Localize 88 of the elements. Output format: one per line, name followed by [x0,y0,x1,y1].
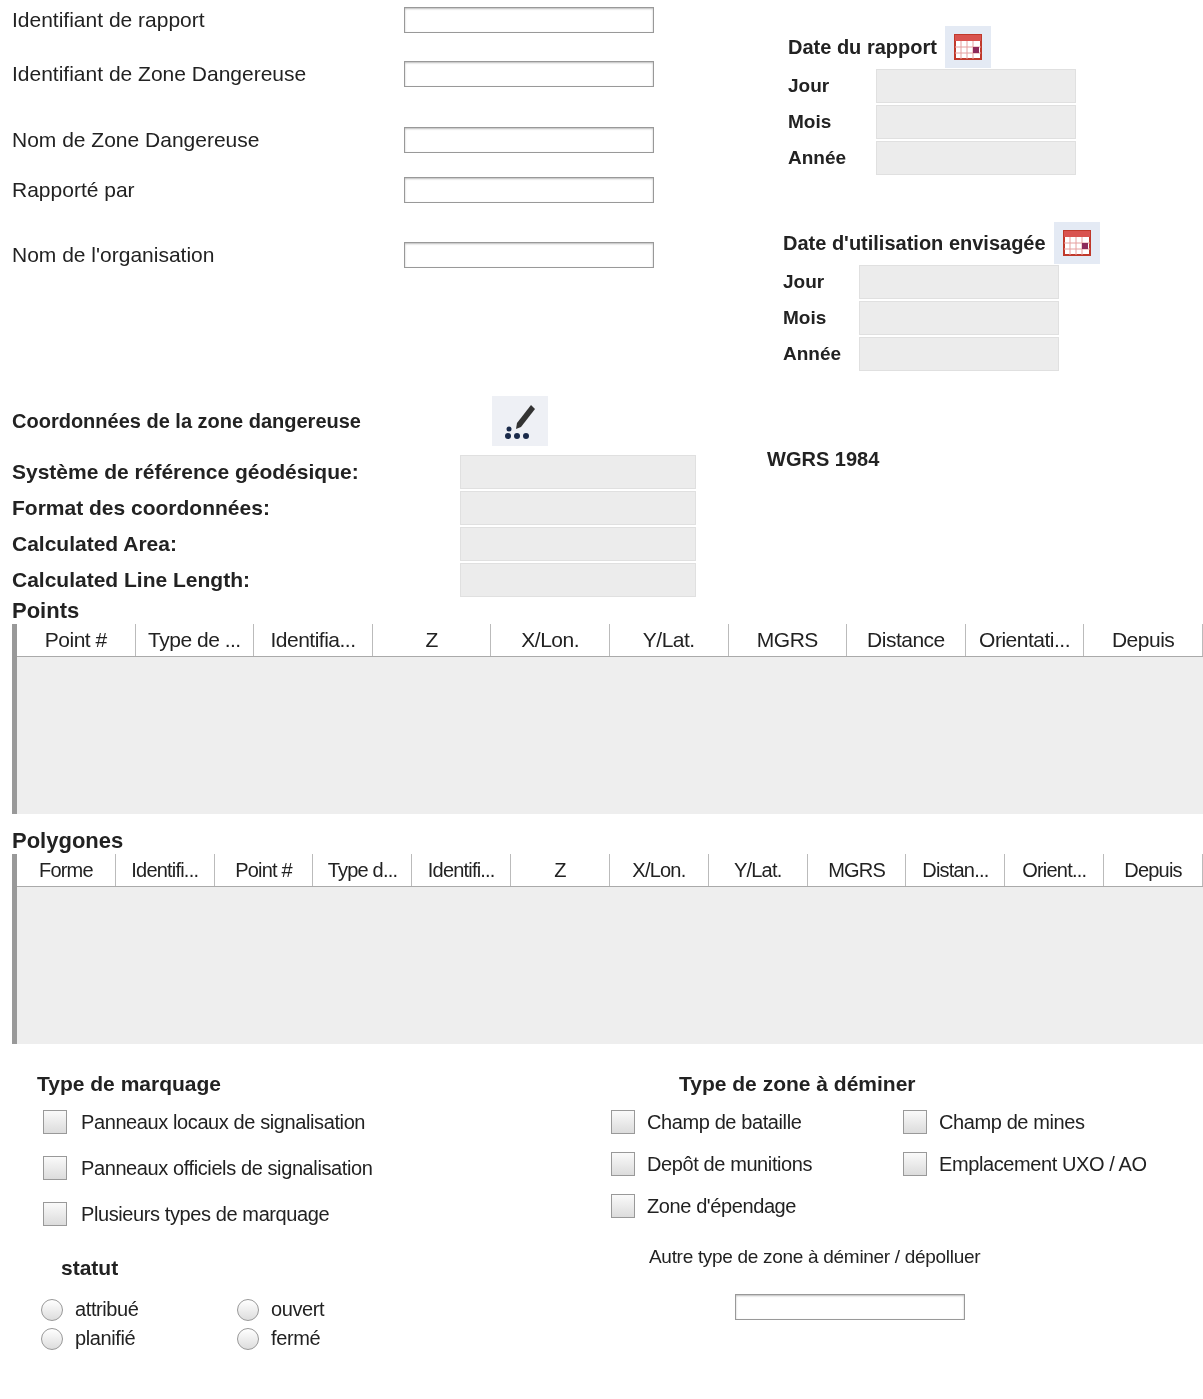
column-header[interactable]: Forme [17,854,116,886]
radio-button[interactable] [237,1327,259,1350]
field-label: Nom de l'organisation [12,243,216,267]
column-header[interactable]: Identifia... [254,624,373,656]
field-label: Système de référence géodésique: [12,460,360,484]
column-header[interactable]: Point # [214,854,314,886]
field-label: Nom de Zone Dangereuse [12,128,261,152]
date-part-label: Mois [788,111,833,133]
calendar-button[interactable] [1053,222,1100,264]
radio-button[interactable] [41,1298,63,1321]
reference-system-value: WGRS 1984 [767,448,880,472]
date-field[interactable] [876,141,1076,175]
checkbox-label: Panneaux locaux de signalisation [81,1110,366,1134]
date-field[interactable] [876,105,1076,139]
date-part-label: Jour [788,75,831,97]
checkbox[interactable] [43,1202,67,1226]
checkbox-label: Champ de bataille [647,1110,802,1134]
checkbox-label: Emplacement UXO / AO [939,1152,1147,1176]
date-field[interactable] [859,337,1059,371]
column-header[interactable]: X/Lon. [609,854,709,886]
field-label: Format des coordonnées: [12,496,271,520]
column-header[interactable]: Depuis [1104,854,1203,886]
date-part-label: Année [783,343,843,365]
calendar-button[interactable] [944,26,991,68]
checkbox-label: Champ de mines [939,1110,1085,1134]
date-field[interactable] [859,265,1059,299]
checkbox[interactable] [43,1156,67,1180]
checkbox[interactable] [611,1110,635,1134]
column-header[interactable]: Type de ... [135,624,255,656]
column-header[interactable]: Orient... [1005,854,1105,886]
input-field[interactable] [404,7,654,33]
section-title: Type de marquage [37,1072,222,1096]
radio-label: ouvert [271,1298,325,1321]
date-field[interactable] [876,69,1076,103]
date-part-label: Jour [783,271,826,293]
calendar-icon [952,32,983,62]
column-header[interactable]: Depuis [1084,624,1203,656]
draw-button[interactable] [492,396,548,446]
date-title: Date d'utilisation envisagée [783,231,1046,255]
column-header[interactable]: X/Lon. [491,624,610,656]
radio-label: fermé [271,1327,321,1350]
field-label: Identifiant de Zone Dangereuse [12,62,308,86]
checkbox-label: Plusieurs types de marquage [81,1202,330,1226]
checkbox-label: Panneaux officiels de signalisation [81,1156,373,1180]
date-field[interactable] [859,301,1059,335]
input-field[interactable] [404,61,654,87]
checkbox-label: Depôt de munitions [647,1152,813,1176]
date-part-label: Année [788,147,848,169]
field-label: Rapporté par [12,178,136,202]
field-label: Calculated Line Length: [12,568,251,592]
radio-label: attribué [75,1298,139,1321]
date-title: Date du rapport [788,35,937,59]
column-header[interactable]: Type d... [313,854,413,886]
date-part-label: Mois [783,307,828,329]
checkbox[interactable] [611,1152,635,1176]
checkbox-label: Zone d'épendage [647,1194,797,1218]
column-header[interactable]: Y/Lat. [708,854,808,886]
input-field[interactable] [404,177,654,203]
column-header[interactable]: Z [511,854,610,886]
input-field[interactable] [404,127,654,153]
input-field[interactable] [404,242,654,268]
column-header[interactable]: Identifi... [115,854,215,886]
column-header[interactable]: Orientati... [965,624,1085,656]
calendar-icon [1061,228,1092,258]
checkbox[interactable] [903,1110,927,1134]
field-label: Autre type de zone à déminer / dépolluer [649,1246,982,1268]
table-title: Points [12,598,81,624]
table-title: Polygones [12,828,125,854]
radio-button[interactable] [237,1298,259,1321]
column-header[interactable]: Point # [17,624,136,656]
section-title: Coordonnées de la zone dangereuse [12,409,362,433]
column-header[interactable]: MGRS [807,854,907,886]
column-header[interactable]: Distance [847,624,966,656]
checkbox[interactable] [43,1110,67,1134]
column-header[interactable]: MGRS [728,624,848,656]
section-title: statut [61,1256,120,1280]
radio-label: planifié [75,1327,136,1350]
column-header[interactable]: Z [372,624,492,656]
field-label: Calculated Area: [12,532,178,556]
checkbox[interactable] [611,1194,635,1218]
column-header[interactable]: Identifi... [412,854,512,886]
field-label: Identifiant de rapport [12,8,206,32]
input-field[interactable] [735,1294,965,1320]
column-header[interactable]: Y/Lat. [609,624,729,656]
radio-button[interactable] [41,1327,63,1350]
section-title: Type de zone à déminer [679,1072,917,1096]
column-header[interactable]: Distan... [906,854,1006,886]
checkbox[interactable] [903,1152,927,1176]
